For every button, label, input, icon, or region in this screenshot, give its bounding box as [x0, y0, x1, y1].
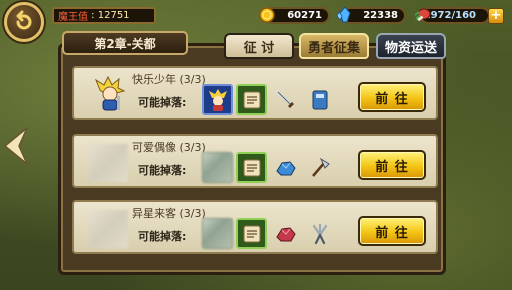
drop-items	[202, 152, 335, 183]
scroll-icon	[243, 159, 260, 176]
return-arrow-icon	[16, 10, 32, 30]
drop-label: 可能掉落:	[138, 96, 187, 109]
scroll-item[interactable]	[236, 84, 267, 115]
drop-items	[202, 218, 335, 249]
claw-icon	[312, 223, 327, 244]
book-item[interactable]	[304, 84, 335, 115]
hero-name: 可爱偶像 (3/3)	[132, 141, 206, 154]
scroll-icon	[243, 91, 260, 108]
tab-supply-transport[interactable]: 物资运送	[376, 33, 446, 59]
chapter-label[interactable]: 第2章-关都	[62, 31, 188, 55]
go-button[interactable]: 前 往	[358, 216, 426, 246]
sword-icon	[276, 90, 294, 108]
gold-value: 60271	[287, 10, 322, 21]
sword-item[interactable]	[270, 84, 301, 115]
hero-portrait	[92, 76, 128, 114]
drop-label: 可能掉落:	[138, 164, 187, 177]
hero-shard-item[interactable]	[202, 84, 233, 115]
gold-counter: 60271	[259, 7, 330, 24]
blurred-item[interactable]	[202, 152, 233, 183]
meat-stamina-icon	[414, 8, 431, 21]
demon-king-separator: :	[88, 10, 98, 21]
demon-king-label: 魔王值	[58, 12, 88, 23]
crystal-counter: 22338	[336, 6, 406, 24]
blue-ore-icon	[275, 160, 296, 175]
demon-king-value: 12751	[97, 10, 130, 21]
hero-row: 异星来客 (3/3) 可能掉落: 前 往	[72, 200, 438, 254]
hero-row: 可爱偶像 (3/3) 可能掉落: 前 往	[72, 134, 438, 188]
previous-page-arrow-icon[interactable]	[3, 126, 29, 166]
add-stamina-button[interactable]: +	[488, 8, 504, 24]
crystal-value: 22338	[363, 10, 398, 21]
hero-name: 快乐少年 (3/3)	[132, 73, 206, 86]
hero-portrait-icon	[208, 88, 227, 111]
axe-item[interactable]	[304, 152, 335, 183]
scroll-icon	[243, 225, 260, 242]
go-button[interactable]: 前 往	[358, 150, 426, 180]
scroll-item[interactable]	[236, 218, 267, 249]
hero-row: 快乐少年 (3/3) 可能掉落: 前 往	[72, 66, 438, 120]
hero-portrait-blurred	[88, 144, 128, 182]
demon-king-value-box: 魔王值 : 12751	[52, 7, 156, 24]
stamina-counter: 1972/160	[414, 7, 490, 24]
back-button[interactable]	[4, 2, 44, 42]
hero-portrait-blurred	[88, 210, 128, 248]
blurred-item[interactable]	[202, 218, 233, 249]
book-icon	[312, 90, 327, 109]
gold-coin-icon	[259, 7, 275, 23]
go-button[interactable]: 前 往	[358, 82, 426, 112]
ore-item[interactable]	[270, 218, 301, 249]
drop-items	[202, 84, 335, 115]
ore-item[interactable]	[270, 152, 301, 183]
scroll-item[interactable]	[236, 152, 267, 183]
tab-conquest[interactable]: 征 讨	[224, 33, 294, 59]
drop-label: 可能掉落:	[138, 230, 187, 243]
hero-name: 异星来客 (3/3)	[132, 207, 206, 220]
blond-boy-hero-icon	[94, 76, 126, 111]
red-ore-icon	[275, 226, 296, 241]
tab-hero-recruit[interactable]: 勇者征集	[299, 33, 369, 59]
axe-icon	[311, 157, 330, 177]
claw-item[interactable]	[304, 218, 335, 249]
crystal-icon	[336, 6, 351, 23]
